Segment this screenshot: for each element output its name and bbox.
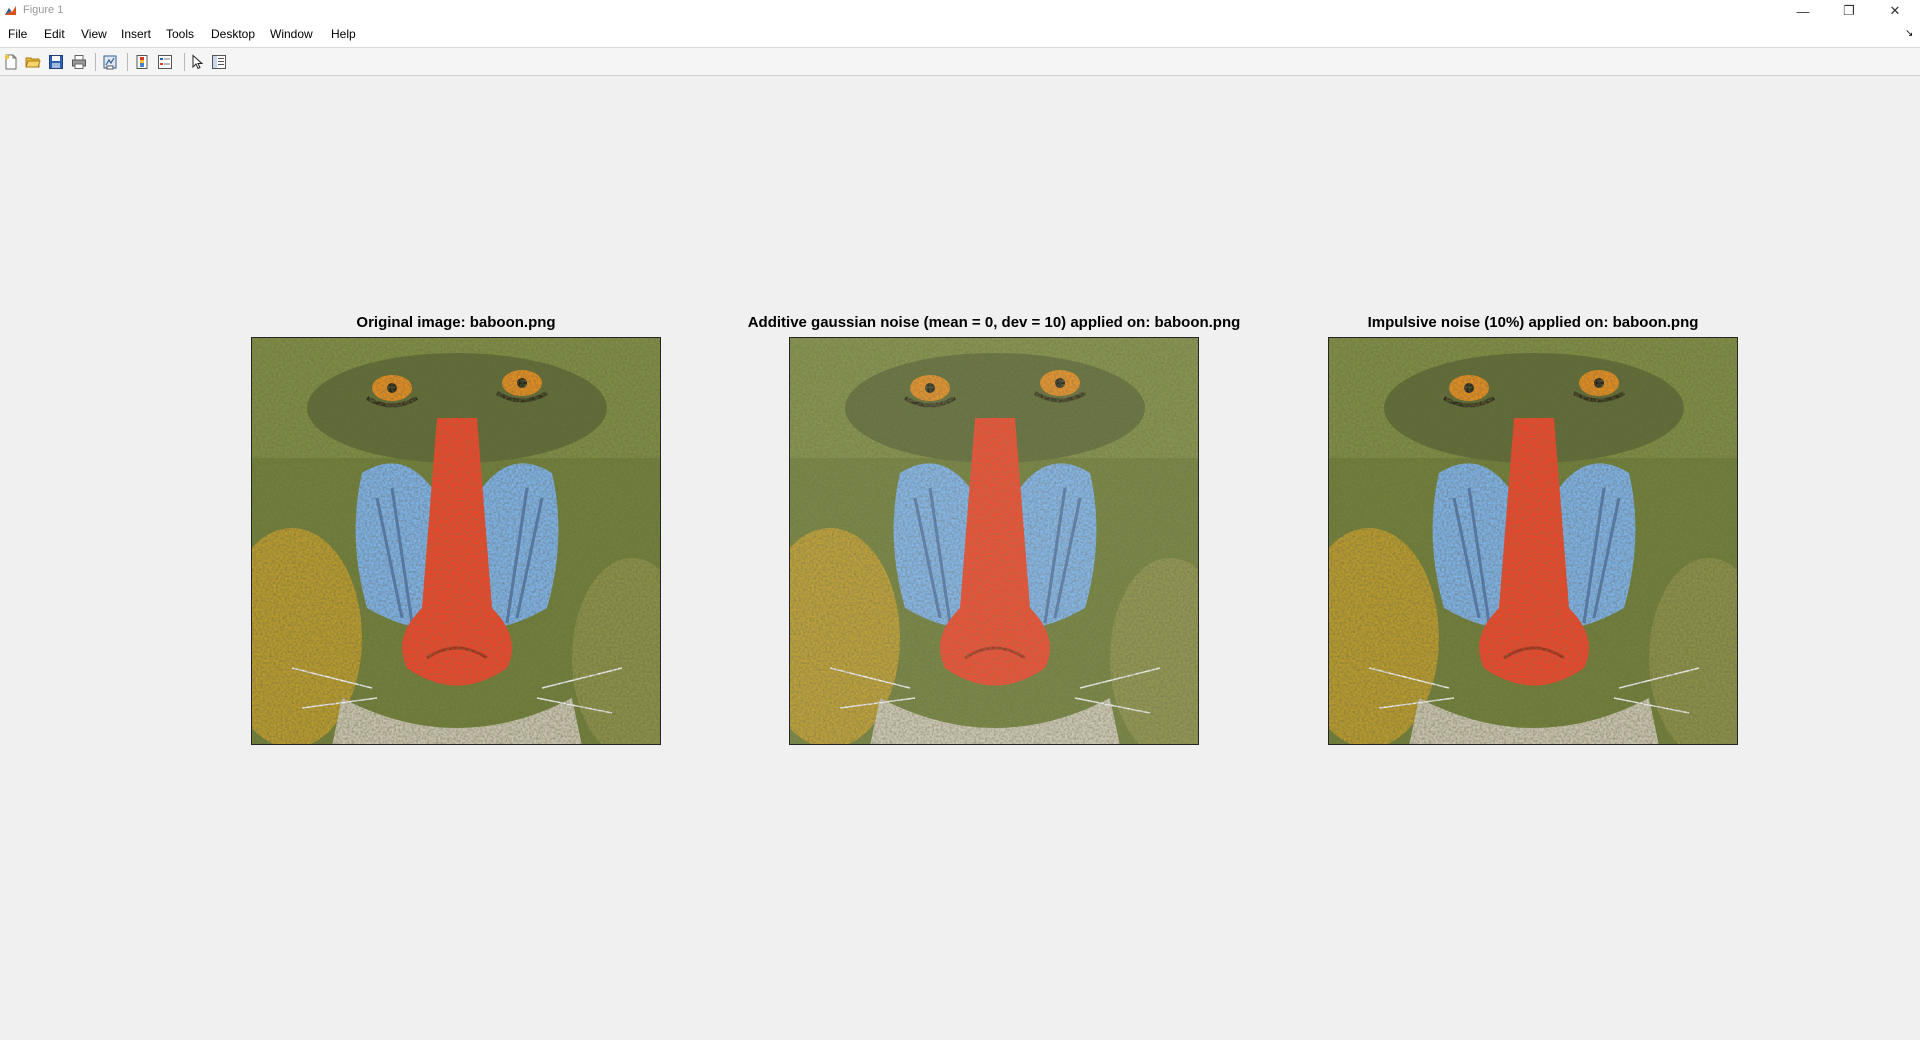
toolbar-separator [184,53,185,71]
edit-plot-icon[interactable] [187,52,207,72]
image-impulsive-noise[interactable] [1328,337,1738,745]
print-icon[interactable] [69,52,89,72]
restore-button[interactable]: ❐ [1826,0,1872,22]
dock-arrow-icon[interactable]: ↘ [1905,28,1913,39]
menu-edit[interactable]: Edit [44,27,65,41]
menu-view[interactable]: View [81,27,107,41]
matlab-icon [4,4,17,17]
figure-toolbar [0,48,1920,76]
toolbar-separator [95,53,96,71]
menu-tools[interactable]: Tools [166,27,194,41]
property-inspector-icon[interactable] [209,52,229,72]
image-original[interactable] [251,337,661,745]
insert-colorbar-icon[interactable] [132,52,152,72]
insert-legend-icon[interactable] [155,52,175,72]
window-title: Figure 1 [23,4,64,16]
minimize-button[interactable]: — [1780,0,1826,22]
close-button[interactable]: ✕ [1872,0,1918,22]
plot-title-gaussian: Additive gaussian noise (mean = 0, dev =… [747,314,1241,331]
menu-file[interactable]: File [8,27,27,41]
toolbar-separator [127,53,128,71]
title-bar: Figure 1 — ❐ ✕ [0,0,1920,22]
menu-help[interactable]: Help [331,27,356,41]
menu-insert[interactable]: Insert [121,27,151,41]
menu-desktop[interactable]: Desktop [211,27,255,41]
menu-window[interactable]: Window [270,27,313,41]
open-file-icon[interactable] [23,52,43,72]
save-icon[interactable] [46,52,66,72]
baboon-image [1329,338,1737,744]
plot-title-impulsive: Impulsive noise (10%) applied on: baboon… [1367,314,1699,331]
image-gaussian-noise[interactable] [789,337,1199,745]
new-figure-icon[interactable] [1,52,21,72]
baboon-image [790,338,1198,744]
link-plot-icon[interactable] [100,52,120,72]
plot-title-original: Original image: baboon.png [356,314,556,331]
menu-bar: File Edit View Insert Tools Desktop Wind… [0,22,1920,48]
baboon-image [252,338,661,745]
